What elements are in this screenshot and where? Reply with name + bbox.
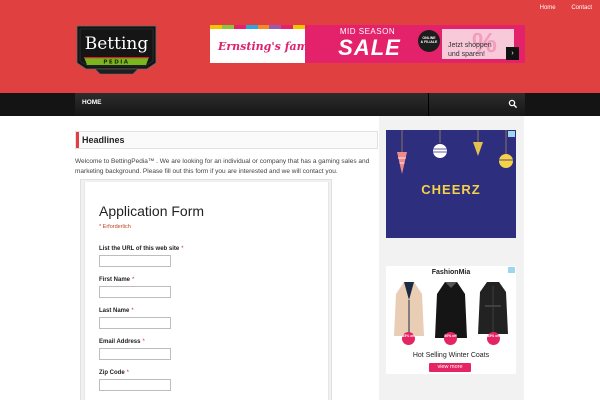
- email-input[interactable]: [99, 348, 171, 360]
- required-star: *: [131, 308, 134, 314]
- ad-sale-text: SALE: [338, 35, 401, 60]
- field-label-text: First Name: [99, 277, 131, 283]
- search-icon[interactable]: [508, 99, 518, 109]
- top-links: Home Contact: [526, 5, 592, 11]
- ad-cta-text: Jetzt shoppen und sparen!: [448, 41, 492, 59]
- fashion-tagline: Hot Selling Winter Coats: [412, 352, 490, 359]
- ad-badge-line2: & FILIALE: [420, 40, 438, 44]
- ad-cta-line2: und sparen!: [448, 51, 485, 58]
- ad-arrow-button[interactable]: ›: [506, 47, 519, 60]
- field-label-text: Last Name: [99, 308, 130, 314]
- required-star: *: [126, 370, 130, 376]
- ad-cta-line1: Jetzt shoppen: [448, 42, 492, 49]
- required-star: *: [132, 277, 135, 283]
- discount-badge: 80% off: [444, 332, 457, 345]
- sidebar-ad-fashion[interactable]: FashionMia 85% off 80% off 85% off Hot S…: [386, 266, 516, 374]
- section-header: Headlines: [75, 131, 378, 149]
- logo-word: Betting: [85, 34, 149, 54]
- site-logo[interactable]: Betting PEDIA: [75, 25, 158, 77]
- main-nav: HOME: [0, 93, 600, 116]
- top-link-contact[interactable]: Contact: [571, 5, 592, 11]
- fashion-brand: FashionMia: [431, 269, 471, 276]
- ad-online-badge: ONLINE & FILIALE: [418, 30, 440, 52]
- top-link-home[interactable]: Home: [540, 5, 556, 11]
- header-ad-banner[interactable]: Ernsting's family MID SEASON SALE ONLINE…: [210, 25, 525, 63]
- required-star: *: [142, 339, 145, 345]
- last-name-input[interactable]: [99, 317, 171, 329]
- ad-color-stripes: [210, 25, 305, 29]
- nav-item-home[interactable]: HOME: [82, 99, 102, 106]
- cheerz-brand: CHEERZ: [421, 182, 481, 197]
- discount-badge: 85% off: [487, 332, 500, 345]
- discount-badge: 85% off: [402, 332, 415, 345]
- site-header: Home Contact Betting PEDIA Ernsting's fa…: [0, 0, 600, 93]
- zip-code-input[interactable]: [99, 379, 171, 391]
- section-title: Headlines: [82, 135, 125, 145]
- field-label-text: Email Address: [99, 339, 141, 345]
- sidebar-ad-cheerz[interactable]: CHEERZ: [386, 130, 516, 238]
- required-star: *: [181, 246, 184, 252]
- field-label-text: Zip Code: [99, 370, 125, 376]
- sidebar: CHEERZ FashionMia 85% off 80% off 85% of…: [379, 116, 524, 400]
- first-name-input[interactable]: [99, 286, 171, 298]
- field-label-first-name: First Name *: [99, 277, 134, 283]
- logo-ribbon: PEDIA: [103, 60, 129, 66]
- nav-bar: HOME: [75, 93, 525, 116]
- field-label-email: Email Address *: [99, 339, 145, 345]
- embedded-form-frame: Application Form * Erforderlich List the…: [80, 179, 332, 400]
- form-title: Application Form: [99, 203, 205, 219]
- url-input[interactable]: [99, 255, 171, 267]
- nav-divider: [428, 93, 429, 116]
- required-note: * Erforderlich: [99, 224, 131, 230]
- field-label-text: List the URL of this web site: [99, 246, 180, 252]
- form-card: Application Form * Erforderlich List the…: [84, 182, 329, 400]
- section-accent: [76, 132, 79, 148]
- view-more-button[interactable]: view more: [429, 363, 471, 372]
- field-label-last-name: Last Name *: [99, 308, 134, 314]
- intro-text: Welcome to BettingPedia™ . We are lookin…: [75, 158, 370, 175]
- field-label-url: List the URL of this web site *: [99, 246, 184, 252]
- field-label-zip: Zip Code *: [99, 370, 129, 376]
